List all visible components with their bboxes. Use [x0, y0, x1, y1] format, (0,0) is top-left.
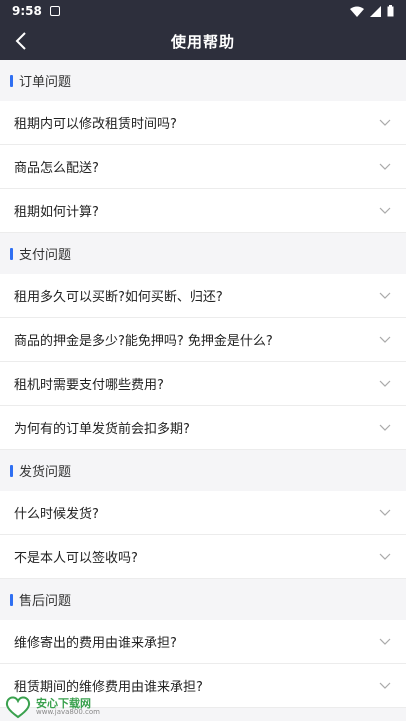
watermark: 安心下载网 www.java800.com — [4, 695, 100, 719]
section-header: 发货问题 — [0, 450, 406, 491]
faq-list: 订单问题 租期内可以修改租赁时间吗? 商品怎么配送? 租期如何计算? 支付问题 … — [0, 60, 406, 708]
chevron-down-icon — [378, 116, 392, 130]
faq-question: 租期内可以修改租赁时间吗? — [14, 117, 177, 132]
faq-item[interactable]: 什么时候发货? — [0, 491, 406, 535]
faq-question: 为何有的订单发货前会扣多期? — [14, 422, 190, 437]
nav-bar: 使用帮助 — [0, 22, 406, 60]
section-marker — [10, 464, 13, 477]
chevron-down-icon — [378, 421, 392, 435]
section-after-sales: 售后问题 维修寄出的费用由谁来承担? 租赁期间的维修费用由谁来承担? — [0, 579, 406, 708]
battery-icon — [387, 5, 394, 17]
section-marker — [10, 74, 13, 87]
faq-question: 租用多久可以买断?如何买断、归还? — [14, 290, 223, 305]
page-title: 使用帮助 — [170, 32, 235, 51]
section-title: 支付问题 — [19, 248, 72, 263]
faq-question: 租机时需要支付哪些费用? — [14, 378, 164, 393]
faq-question: 什么时候发货? — [14, 507, 99, 522]
back-button[interactable] — [10, 30, 32, 52]
notification-icon — [49, 6, 60, 16]
section-order: 订单问题 租期内可以修改租赁时间吗? 商品怎么配送? 租期如何计算? — [0, 60, 406, 233]
back-arrow-icon — [15, 32, 26, 50]
chevron-down-icon — [378, 506, 392, 520]
faq-question: 商品怎么配送? — [14, 161, 99, 176]
faq-item[interactable]: 商品怎么配送? — [0, 145, 406, 189]
faq-item[interactable]: 为何有的订单发货前会扣多期? — [0, 406, 406, 450]
faq-question: 维修寄出的费用由谁来承担? — [14, 636, 177, 651]
faq-item[interactable]: 维修寄出的费用由谁来承担? — [0, 620, 406, 664]
faq-item[interactable]: 租期内可以修改租赁时间吗? — [0, 101, 406, 145]
chevron-down-icon — [378, 333, 392, 347]
section-title: 订单问题 — [19, 75, 72, 90]
watermark-logo-icon — [5, 696, 31, 719]
chevron-down-icon — [378, 204, 392, 218]
watermark-url: www.java800.com — [36, 708, 100, 716]
faq-item[interactable]: 租用多久可以买断?如何买断、归还? — [0, 274, 406, 318]
section-marker — [10, 247, 13, 260]
section-marker — [10, 593, 13, 606]
faq-item[interactable]: 商品的押金是多少?能免押吗? 免押金是什么? — [0, 318, 406, 362]
faq-question: 不是本人可以签收吗? — [14, 551, 138, 566]
section-shipping: 发货问题 什么时候发货? 不是本人可以签收吗? — [0, 450, 406, 579]
section-title: 售后问题 — [19, 594, 72, 609]
chevron-down-icon — [378, 160, 392, 174]
wifi-icon — [350, 6, 364, 17]
status-time: 9:58 — [12, 4, 42, 18]
faq-item[interactable]: 租期如何计算? — [0, 189, 406, 233]
faq-question: 商品的押金是多少?能免押吗? 免押金是什么? — [14, 334, 273, 349]
chevron-down-icon — [378, 550, 392, 564]
section-title: 发货问题 — [19, 465, 72, 480]
section-header: 支付问题 — [0, 233, 406, 274]
section-header: 售后问题 — [0, 579, 406, 620]
chevron-down-icon — [378, 377, 392, 391]
chevron-down-icon — [378, 289, 392, 303]
faq-question: 租期如何计算? — [14, 205, 99, 220]
chevron-down-icon — [378, 679, 392, 693]
section-header: 订单问题 — [0, 60, 406, 101]
faq-item[interactable]: 不是本人可以签收吗? — [0, 535, 406, 579]
faq-item[interactable]: 租机时需要支付哪些费用? — [0, 362, 406, 406]
signal-icon — [370, 5, 381, 17]
chevron-down-icon — [378, 635, 392, 649]
faq-question: 租赁期间的维修费用由谁来承担? — [14, 680, 203, 695]
status-bar: 9:58 — [0, 0, 406, 22]
section-payment: 支付问题 租用多久可以买断?如何买断、归还? 商品的押金是多少?能免押吗? 免押… — [0, 233, 406, 450]
